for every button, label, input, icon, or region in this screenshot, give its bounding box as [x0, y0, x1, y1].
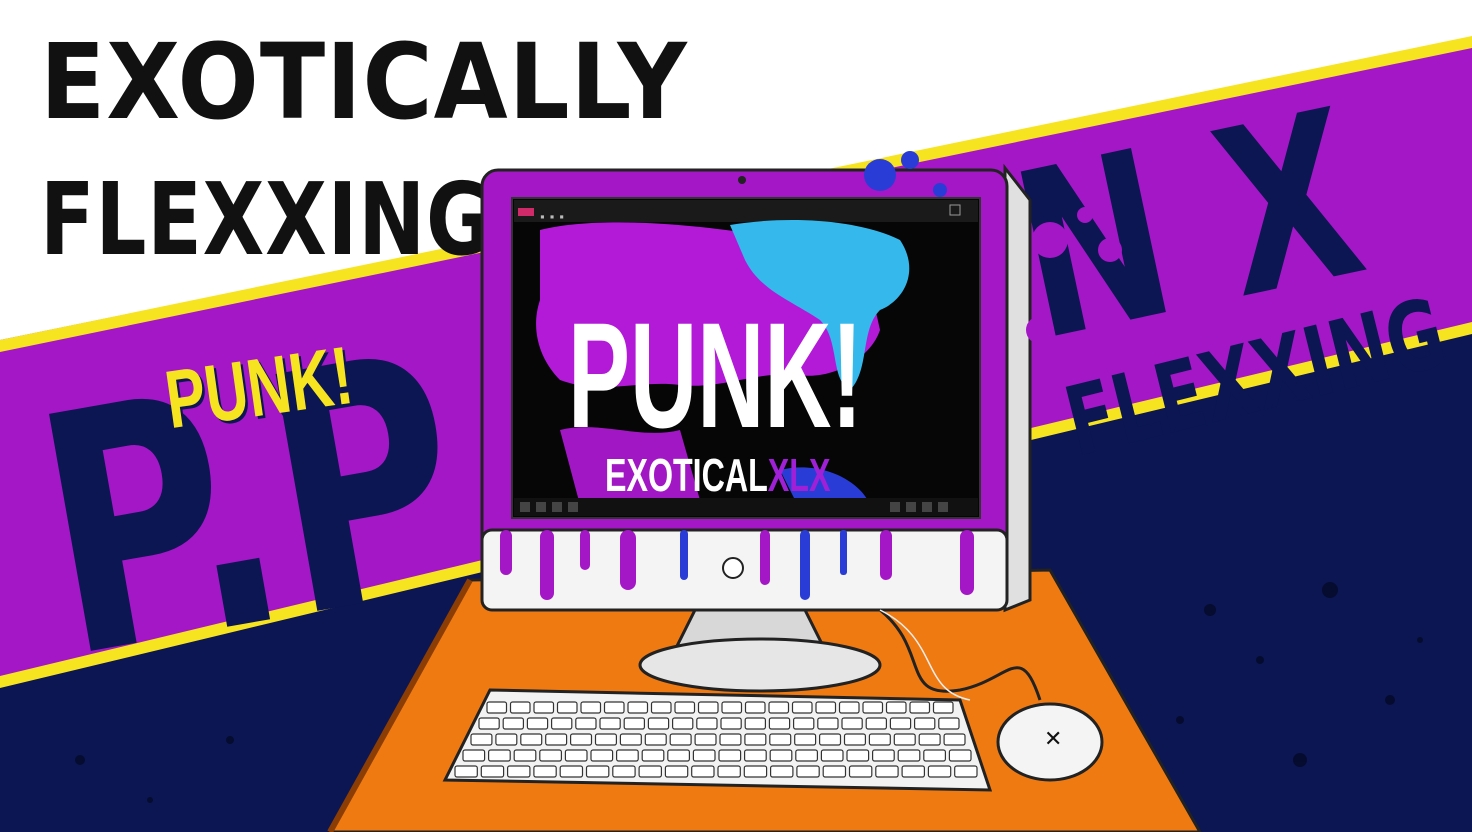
mouse [879, 608, 1104, 782]
mouse-cable [879, 608, 1042, 701]
poster-illustration: P.P N X PUNK! FLEXXING EXOTICALLY FLEXXI… [0, 0, 1472, 832]
mouse-x-icon: ✕ [1044, 727, 1063, 752]
